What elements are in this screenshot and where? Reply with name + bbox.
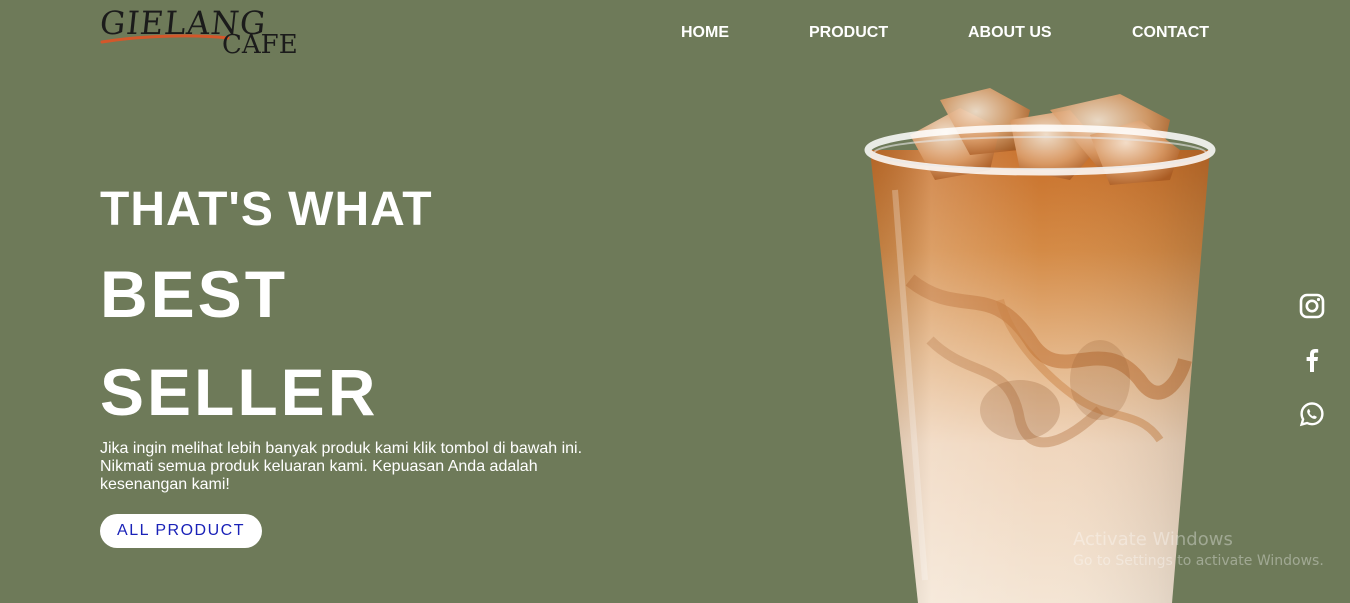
hero-description: Jika ingin melihat lebih banyak produk k… xyxy=(100,440,583,493)
nav-contact-link[interactable]: CONTACT xyxy=(1132,24,1209,42)
facebook-icon[interactable] xyxy=(1298,346,1326,374)
whatsapp-icon[interactable] xyxy=(1298,400,1326,428)
nav-home-link[interactable]: HOME xyxy=(681,24,729,42)
hero-headline-line2: BEST xyxy=(100,257,289,331)
iced-coffee-image xyxy=(864,88,1216,603)
watermark-subtitle: Go to Settings to activate Windows. xyxy=(1073,553,1324,569)
nav-about-us-link[interactable]: ABOUT US xyxy=(968,24,1052,42)
main-nav: HOME PRODUCT ABOUT US CONTACT xyxy=(0,24,1350,46)
watermark-title: Activate Windows xyxy=(1073,529,1233,550)
instagram-icon[interactable] xyxy=(1298,292,1326,320)
hero-headline-line1: THAT'S WHAT xyxy=(100,183,433,236)
nav-product-link[interactable]: PRODUCT xyxy=(809,24,888,42)
hero-headline-line3: SELLER xyxy=(100,355,379,429)
all-product-button[interactable]: ALL PRODUCT xyxy=(100,514,262,548)
